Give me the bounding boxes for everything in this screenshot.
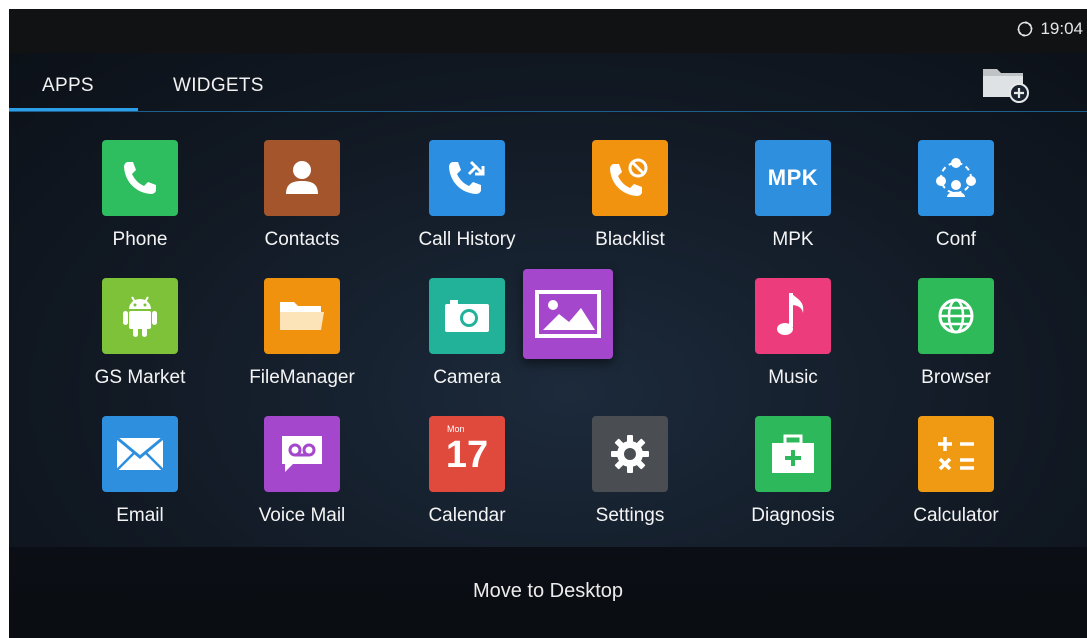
music-note-icon xyxy=(755,278,831,354)
app-gs-market[interactable]: GS Market xyxy=(70,278,210,398)
app-mpk[interactable]: MPK MPK xyxy=(723,140,863,260)
app-filemanager[interactable]: FileManager xyxy=(232,278,372,398)
blacklist-icon xyxy=(592,140,668,216)
status-right: 19:04 xyxy=(1016,19,1083,39)
calendar-day: 17 xyxy=(445,434,489,476)
status-bar: 19:04 xyxy=(9,9,1087,53)
calendar-icon: Mon 17 xyxy=(429,416,505,492)
screen: 19:04 APPS WIDGETS Phone Contacts Call H… xyxy=(0,0,1087,638)
tab-widgets[interactable]: WIDGETS xyxy=(173,75,264,97)
app-label-voice-mail: Voice Mail xyxy=(258,505,346,526)
app-diagnosis[interactable]: Diagnosis xyxy=(723,416,863,536)
phone-icon xyxy=(102,140,178,216)
app-settings[interactable]: Settings xyxy=(560,416,700,536)
status-time: 19:04 xyxy=(1040,19,1083,38)
app-label-phone: Phone xyxy=(112,229,168,250)
android-icon xyxy=(102,278,178,354)
app-label-blacklist: Blacklist xyxy=(595,229,665,250)
calendar-weekday: Mon xyxy=(447,424,465,434)
first-aid-kit-icon xyxy=(755,416,831,492)
dragged-app-icon[interactable] xyxy=(523,269,613,359)
app-label-mpk: MPK xyxy=(772,229,814,250)
contact-icon xyxy=(264,140,340,216)
app-label-diagnosis: Diagnosis xyxy=(751,505,835,526)
tab-apps[interactable]: APPS xyxy=(42,75,94,97)
app-blacklist[interactable]: Blacklist xyxy=(560,140,700,260)
app-label-email: Email xyxy=(116,505,164,526)
envelope-icon xyxy=(102,416,178,492)
folder-add-icon[interactable] xyxy=(979,63,1031,103)
app-label-camera: Camera xyxy=(433,367,501,388)
camera-icon xyxy=(429,278,505,354)
app-label-calendar: Calendar xyxy=(428,505,506,526)
app-contacts[interactable]: Contacts xyxy=(232,140,372,260)
sync-icon xyxy=(1017,21,1033,37)
app-label-gs-market: GS Market xyxy=(94,367,186,388)
app-camera[interactable]: Camera xyxy=(397,278,537,398)
move-to-desktop-target[interactable]: Move to Desktop xyxy=(9,547,1087,638)
mpk-icon: MPK xyxy=(755,140,831,216)
tab-divider xyxy=(9,111,1087,112)
app-label-contacts: Contacts xyxy=(264,229,340,250)
app-calendar[interactable]: Mon 17 Calendar xyxy=(397,416,537,536)
globe-icon xyxy=(918,278,994,354)
voicemail-icon xyxy=(264,416,340,492)
app-label-settings: Settings xyxy=(595,505,665,526)
app-label-music: Music xyxy=(768,367,818,388)
app-music[interactable]: Music xyxy=(723,278,863,398)
app-label-browser: Browser xyxy=(921,367,991,388)
app-drawer: APPS WIDGETS Phone Contacts Call History… xyxy=(9,53,1087,638)
app-label-call-history: Call History xyxy=(418,229,516,250)
app-label-conf: Conf xyxy=(935,229,977,250)
app-voice-mail[interactable]: Voice Mail xyxy=(232,416,372,536)
app-calculator[interactable]: Calculator xyxy=(886,416,1026,536)
app-call-history[interactable]: Call History xyxy=(397,140,537,260)
drawer-tabs: APPS WIDGETS xyxy=(9,53,1087,113)
conference-icon xyxy=(918,140,994,216)
app-label-calculator: Calculator xyxy=(913,505,999,526)
gear-icon xyxy=(592,416,668,492)
move-to-desktop-label: Move to Desktop xyxy=(472,580,624,602)
call-history-icon xyxy=(429,140,505,216)
folder-icon xyxy=(264,278,340,354)
gallery-icon xyxy=(535,290,601,338)
app-email[interactable]: Email xyxy=(70,416,210,536)
calculator-icon xyxy=(918,416,994,492)
app-phone[interactable]: Phone xyxy=(70,140,210,260)
app-browser[interactable]: Browser xyxy=(886,278,1026,398)
calendar-face: Mon 17 xyxy=(429,416,505,492)
mpk-icon-text: MPK xyxy=(767,165,819,190)
app-conf[interactable]: Conf xyxy=(886,140,1026,260)
app-label-filemanager: FileManager xyxy=(249,367,355,388)
